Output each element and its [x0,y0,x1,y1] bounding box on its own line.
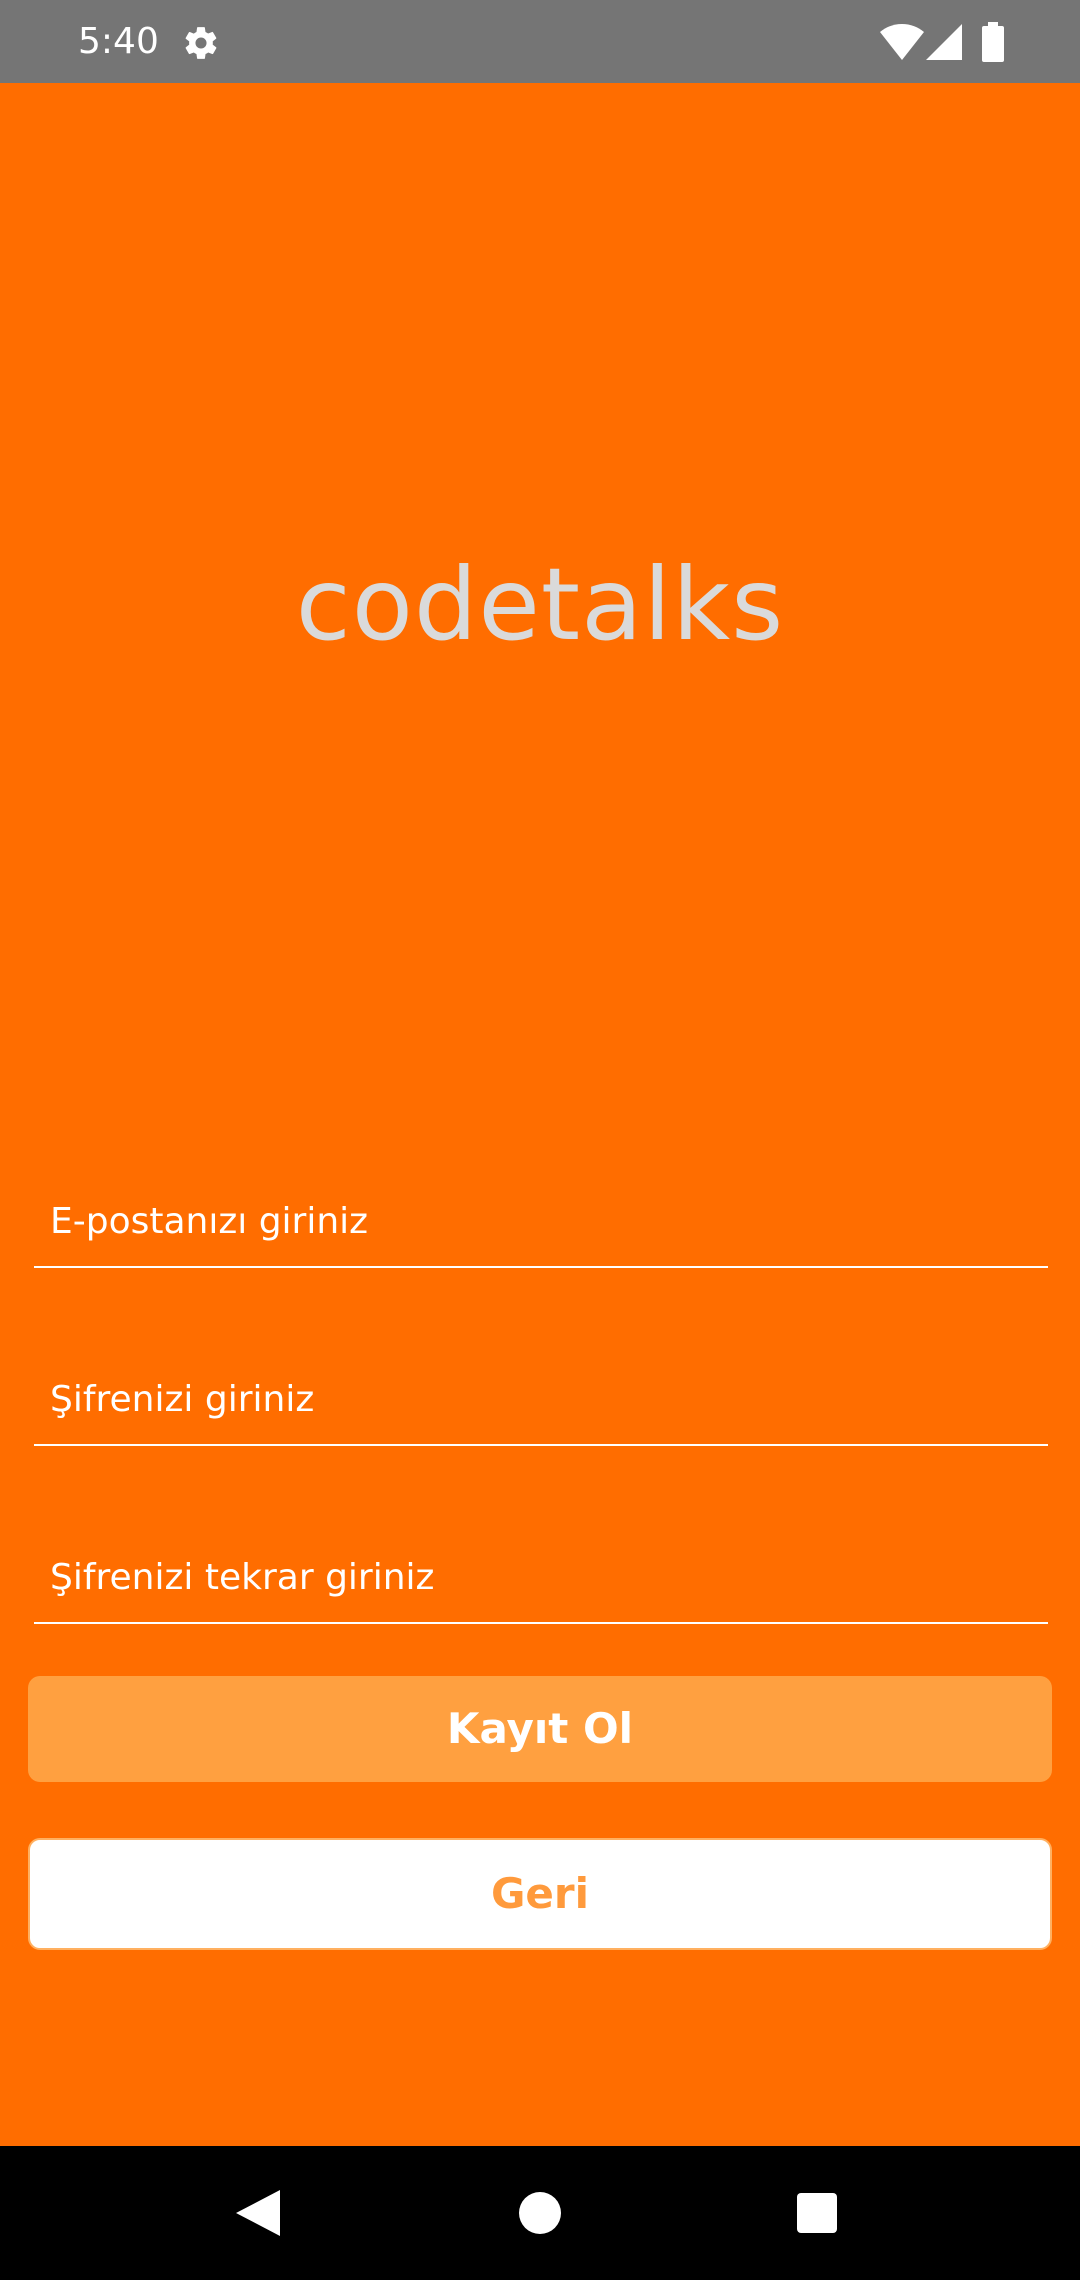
register-button[interactable]: Kayıt Ol [28,1676,1052,1782]
recents-icon[interactable] [797,2193,837,2233]
email-input[interactable] [50,1178,1030,1264]
register-screen: 5:40 codetalks Kayıt Ol Geri [0,0,1080,2280]
battery-icon [982,22,1004,62]
signal-icon [926,24,962,60]
gear-icon [185,27,217,59]
wifi-icon [880,24,924,60]
app-title: codetalks [295,546,785,663]
navigation-bar [0,2146,1080,2280]
status-bar: 5:40 [0,0,1080,83]
back-button[interactable]: Geri [28,1838,1052,1950]
status-time: 5:40 [78,21,159,62]
home-icon[interactable] [519,2192,561,2234]
password-repeat-input[interactable] [50,1534,1030,1620]
back-icon[interactable] [236,2190,280,2236]
email-field[interactable] [34,1178,1048,1268]
password-input[interactable] [50,1356,1030,1442]
password-repeat-field[interactable] [34,1534,1048,1624]
password-field[interactable] [34,1356,1048,1446]
